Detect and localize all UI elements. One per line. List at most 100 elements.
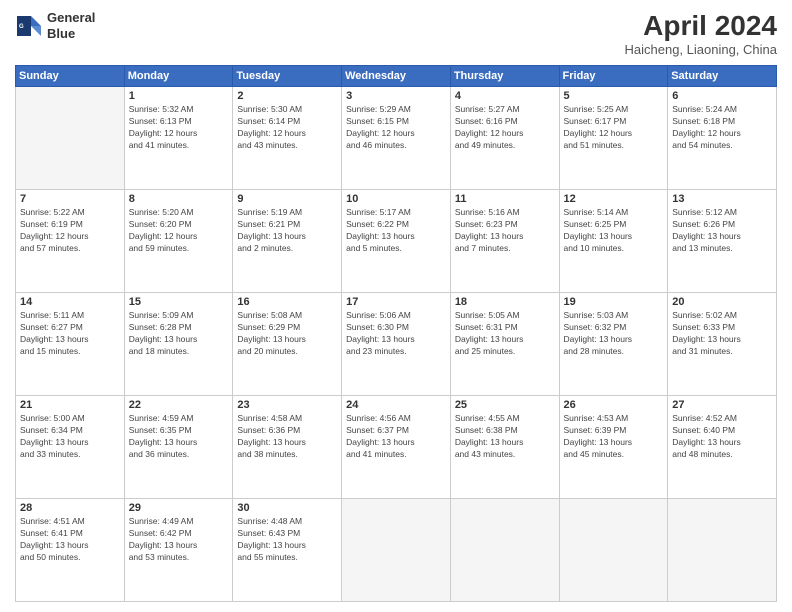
day-number: 24 bbox=[346, 399, 446, 411]
day-number: 8 bbox=[129, 193, 229, 205]
day-info: Sunrise: 5:03 AM Sunset: 6:32 PM Dayligh… bbox=[564, 310, 664, 358]
day-number: 22 bbox=[129, 399, 229, 411]
day-number: 28 bbox=[20, 502, 120, 514]
day-number: 12 bbox=[564, 193, 664, 205]
month-title: April 2024 bbox=[625, 10, 778, 42]
day-number: 30 bbox=[237, 502, 337, 514]
day-number: 26 bbox=[564, 399, 664, 411]
calendar-cell bbox=[668, 499, 777, 602]
day-number: 29 bbox=[129, 502, 229, 514]
calendar-cell: 4 Sunrise: 5:27 AM Sunset: 6:16 PM Daylig… bbox=[450, 87, 559, 190]
calendar-cell: 27 Sunrise: 4:52 AM Sunset: 6:40 PM Dayli… bbox=[668, 396, 777, 499]
calendar-cell: 18Sunrise: 5:05 AM Sunset: 6:31 PM Dayli… bbox=[450, 293, 559, 396]
day-number: 6 bbox=[672, 90, 772, 102]
day-info: Sunrise: 5:32 AM Sunset: 6:13 PM Dayligh… bbox=[129, 104, 229, 152]
calendar-cell: 14 Sunrise: 5:11 AM Sunset: 6:27 PM Dayli… bbox=[16, 293, 125, 396]
calendar-cell: 6 Sunrise: 5:24 AM Sunset: 6:18 PM Daylig… bbox=[668, 87, 777, 190]
day-number: 27 bbox=[672, 399, 772, 411]
day-info: Sunrise: 5:05 AM Sunset: 6:31 PM Dayligh… bbox=[455, 310, 555, 358]
header: G General Blue April 2024 Haicheng, Liao… bbox=[15, 10, 777, 57]
day-info: Sunrise: 5:02 AM Sunset: 6:33 PM Dayligh… bbox=[672, 310, 772, 358]
calendar-cell bbox=[559, 499, 668, 602]
day-info: Sunrise: 4:48 AM Sunset: 6:43 PM Dayligh… bbox=[237, 516, 337, 564]
calendar-cell: 26 Sunrise: 4:53 AM Sunset: 6:39 PM Dayli… bbox=[559, 396, 668, 499]
calendar-cell: 21 Sunrise: 5:00 AM Sunset: 6:34 PM Dayli… bbox=[16, 396, 125, 499]
calendar-cell: 29 Sunrise: 4:49 AM Sunset: 6:42 PM Dayli… bbox=[124, 499, 233, 602]
day-number: 15 bbox=[129, 296, 229, 308]
calendar-cell: 16Sunrise: 5:08 AM Sunset: 6:29 PM Dayli… bbox=[233, 293, 342, 396]
calendar-cell: 22 Sunrise: 4:59 AM Sunset: 6:35 PM Dayli… bbox=[124, 396, 233, 499]
day-info: Sunrise: 5:27 AM Sunset: 6:16 PM Dayligh… bbox=[455, 104, 555, 152]
calendar-cell: 25 Sunrise: 4:55 AM Sunset: 6:38 PM Dayli… bbox=[450, 396, 559, 499]
calendar-cell: 23 Sunrise: 4:58 AM Sunset: 6:36 PM Dayli… bbox=[233, 396, 342, 499]
day-number: 20 bbox=[672, 296, 772, 308]
col-header-thursday: Thursday bbox=[450, 66, 559, 87]
day-info: Sunrise: 5:20 AM Sunset: 6:20 PM Dayligh… bbox=[129, 207, 229, 255]
day-info: Sunrise: 4:58 AM Sunset: 6:36 PM Dayligh… bbox=[237, 413, 337, 461]
calendar-cell: 7 Sunrise: 5:22 AM Sunset: 6:19 PM Daylig… bbox=[16, 190, 125, 293]
day-info: Sunrise: 4:52 AM Sunset: 6:40 PM Dayligh… bbox=[672, 413, 772, 461]
col-header-saturday: Saturday bbox=[668, 66, 777, 87]
calendar-cell bbox=[16, 87, 125, 190]
title-block: April 2024 Haicheng, Liaoning, China bbox=[625, 10, 778, 57]
day-number: 1 bbox=[129, 90, 229, 102]
day-info: Sunrise: 5:29 AM Sunset: 6:15 PM Dayligh… bbox=[346, 104, 446, 152]
calendar-cell: 17 Sunrise: 5:06 AM Sunset: 6:30 PM Dayli… bbox=[342, 293, 451, 396]
col-header-sunday: Sunday bbox=[16, 66, 125, 87]
day-info: Sunrise: 5:22 AM Sunset: 6:19 PM Dayligh… bbox=[20, 207, 120, 255]
calendar-cell: 8 Sunrise: 5:20 AM Sunset: 6:20 PM Daylig… bbox=[124, 190, 233, 293]
day-info: Sunrise: 4:51 AM Sunset: 6:41 PM Dayligh… bbox=[20, 516, 120, 564]
logo-text: General Blue bbox=[47, 10, 95, 41]
day-info: Sunrise: 5:19 AM Sunset: 6:21 PM Dayligh… bbox=[237, 207, 337, 255]
calendar-cell: 28 Sunrise: 4:51 AM Sunset: 6:41 PM Dayli… bbox=[16, 499, 125, 602]
day-number: 17 bbox=[346, 296, 446, 308]
day-info: Sunrise: 5:09 AM Sunset: 6:28 PM Dayligh… bbox=[129, 310, 229, 358]
day-number: 3 bbox=[346, 90, 446, 102]
day-number: 23 bbox=[237, 399, 337, 411]
col-header-friday: Friday bbox=[559, 66, 668, 87]
day-info: Sunrise: 5:17 AM Sunset: 6:22 PM Dayligh… bbox=[346, 207, 446, 255]
calendar-cell: 5 Sunrise: 5:25 AM Sunset: 6:17 PM Daylig… bbox=[559, 87, 668, 190]
calendar-cell: 19Sunrise: 5:03 AM Sunset: 6:32 PM Dayli… bbox=[559, 293, 668, 396]
col-header-tuesday: Tuesday bbox=[233, 66, 342, 87]
day-info: Sunrise: 5:30 AM Sunset: 6:14 PM Dayligh… bbox=[237, 104, 337, 152]
day-number: 4 bbox=[455, 90, 555, 102]
logo: G General Blue bbox=[15, 10, 95, 41]
col-header-monday: Monday bbox=[124, 66, 233, 87]
day-number: 21 bbox=[20, 399, 120, 411]
day-info: Sunrise: 4:55 AM Sunset: 6:38 PM Dayligh… bbox=[455, 413, 555, 461]
day-number: 10 bbox=[346, 193, 446, 205]
calendar-cell: 9Sunrise: 5:19 AM Sunset: 6:21 PM Daylig… bbox=[233, 190, 342, 293]
day-number: 14 bbox=[20, 296, 120, 308]
day-info: Sunrise: 4:49 AM Sunset: 6:42 PM Dayligh… bbox=[129, 516, 229, 564]
calendar-cell: 20 Sunrise: 5:02 AM Sunset: 6:33 PM Dayli… bbox=[668, 293, 777, 396]
calendar-cell: 24 Sunrise: 4:56 AM Sunset: 6:37 PM Dayli… bbox=[342, 396, 451, 499]
day-info: Sunrise: 4:53 AM Sunset: 6:39 PM Dayligh… bbox=[564, 413, 664, 461]
day-info: Sunrise: 4:59 AM Sunset: 6:35 PM Dayligh… bbox=[129, 413, 229, 461]
calendar-cell bbox=[450, 499, 559, 602]
day-info: Sunrise: 5:16 AM Sunset: 6:23 PM Dayligh… bbox=[455, 207, 555, 255]
day-info: Sunrise: 5:25 AM Sunset: 6:17 PM Dayligh… bbox=[564, 104, 664, 152]
calendar-cell: 1 Sunrise: 5:32 AM Sunset: 6:13 PM Daylig… bbox=[124, 87, 233, 190]
day-info: Sunrise: 5:00 AM Sunset: 6:34 PM Dayligh… bbox=[20, 413, 120, 461]
day-info: Sunrise: 5:24 AM Sunset: 6:18 PM Dayligh… bbox=[672, 104, 772, 152]
day-number: 5 bbox=[564, 90, 664, 102]
location: Haicheng, Liaoning, China bbox=[625, 42, 778, 57]
day-info: Sunrise: 5:06 AM Sunset: 6:30 PM Dayligh… bbox=[346, 310, 446, 358]
page: G General Blue April 2024 Haicheng, Liao… bbox=[0, 0, 792, 612]
day-number: 13 bbox=[672, 193, 772, 205]
calendar-cell: 13Sunrise: 5:12 AM Sunset: 6:26 PM Dayli… bbox=[668, 190, 777, 293]
day-number: 2 bbox=[237, 90, 337, 102]
calendar-cell: 10 Sunrise: 5:17 AM Sunset: 6:22 PM Dayli… bbox=[342, 190, 451, 293]
day-info: Sunrise: 5:08 AM Sunset: 6:29 PM Dayligh… bbox=[237, 310, 337, 358]
calendar-cell: 11 Sunrise: 5:16 AM Sunset: 6:23 PM Dayli… bbox=[450, 190, 559, 293]
day-info: Sunrise: 5:11 AM Sunset: 6:27 PM Dayligh… bbox=[20, 310, 120, 358]
day-number: 11 bbox=[455, 193, 555, 205]
calendar-cell: 2 Sunrise: 5:30 AM Sunset: 6:14 PM Daylig… bbox=[233, 87, 342, 190]
day-number: 25 bbox=[455, 399, 555, 411]
day-info: Sunrise: 4:56 AM Sunset: 6:37 PM Dayligh… bbox=[346, 413, 446, 461]
day-info: Sunrise: 5:14 AM Sunset: 6:25 PM Dayligh… bbox=[564, 207, 664, 255]
calendar-table: SundayMondayTuesdayWednesdayThursdayFrid… bbox=[15, 65, 777, 602]
day-number: 7 bbox=[20, 193, 120, 205]
calendar-cell: 15 Sunrise: 5:09 AM Sunset: 6:28 PM Dayli… bbox=[124, 293, 233, 396]
